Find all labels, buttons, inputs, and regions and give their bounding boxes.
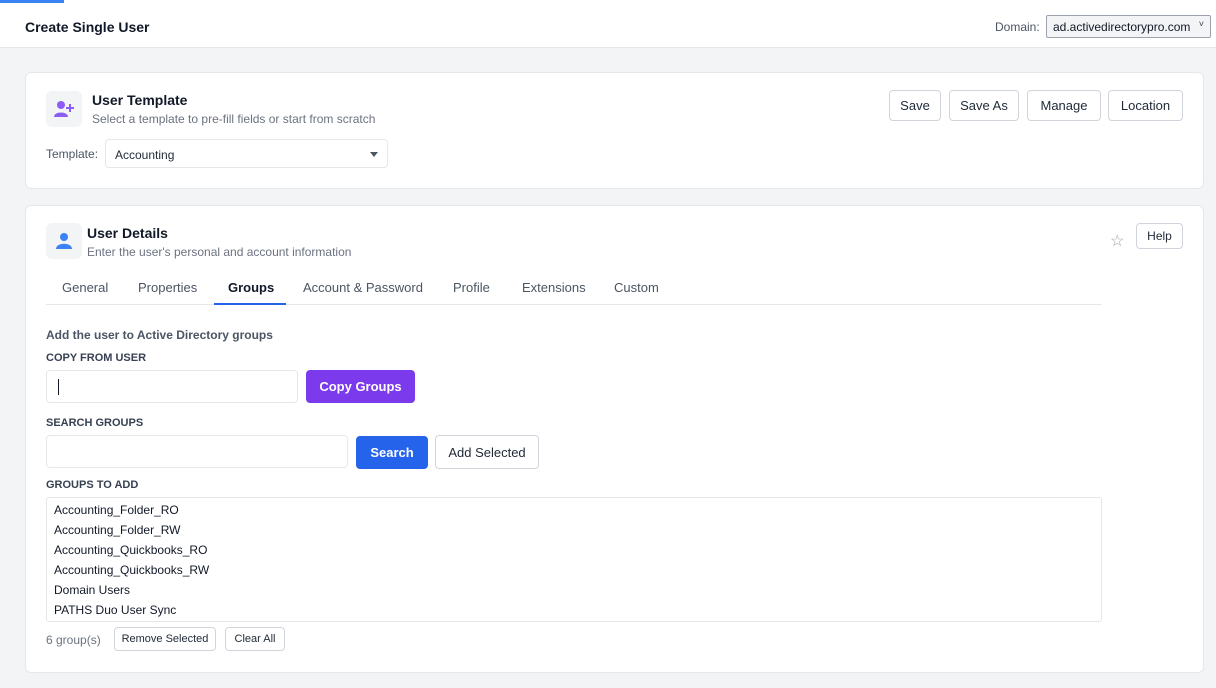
template-value: Accounting	[115, 148, 175, 162]
user-template-card: User Template Select a template to pre-f…	[25, 72, 1204, 189]
tab-bar: General Properties Groups Account & Pass…	[46, 274, 1102, 305]
remove-selected-button[interactable]: Remove Selected	[114, 627, 216, 651]
page-title: Create Single User	[25, 19, 150, 35]
search-groups-input[interactable]	[46, 435, 348, 468]
help-button[interactable]: Help	[1136, 223, 1183, 249]
domain-label: Domain:	[995, 20, 1040, 34]
groups-to-add-list[interactable]: Accounting_Folder_RO Accounting_Folder_R…	[46, 497, 1102, 622]
save-as-button[interactable]: Save As	[949, 90, 1019, 121]
add-user-icon	[46, 91, 82, 127]
search-button[interactable]: Search	[356, 436, 428, 469]
groups-to-add-label: GROUPS TO ADD	[46, 479, 139, 491]
details-card-subtitle: Enter the user's personal and account in…	[87, 245, 352, 259]
copy-from-user-label: COPY FROM USER	[46, 352, 147, 364]
clear-all-button[interactable]: Clear All	[225, 627, 285, 651]
text-cursor	[58, 379, 59, 395]
tab-groups[interactable]: Groups	[228, 280, 274, 295]
list-item[interactable]: Accounting_Folder_RO	[54, 503, 1101, 523]
star-icon[interactable]: ☆	[1110, 231, 1124, 251]
manage-button[interactable]: Manage	[1027, 90, 1101, 121]
domain-value: ad.activedirectorypro.com	[1053, 20, 1191, 34]
location-button[interactable]: Location	[1108, 90, 1183, 121]
search-groups-label: SEARCH GROUPS	[46, 417, 144, 429]
template-select[interactable]: Accounting	[105, 139, 388, 168]
caret-down-icon	[370, 152, 378, 157]
list-item[interactable]: Accounting_Folder_RW	[54, 523, 1101, 543]
add-selected-button[interactable]: Add Selected	[435, 435, 539, 469]
groups-section-heading: Add the user to Active Directory groups	[46, 328, 273, 342]
tab-general[interactable]: General	[62, 280, 108, 295]
copy-from-user-input[interactable]	[46, 370, 298, 403]
list-item[interactable]: Accounting_Quickbooks_RO	[54, 543, 1101, 563]
active-tab-indicator	[0, 0, 64, 3]
active-tab-underline	[214, 303, 286, 305]
list-item[interactable]: Domain Users	[54, 583, 1101, 603]
copy-groups-button[interactable]: Copy Groups	[306, 370, 415, 403]
user-details-card: User Details Enter the user's personal a…	[25, 205, 1204, 673]
tab-properties[interactable]: Properties	[138, 280, 197, 295]
details-card-title: User Details	[87, 225, 168, 241]
chevron-down-icon: ˅	[1198, 19, 1204, 29]
group-count: 6 group(s)	[46, 633, 101, 647]
template-card-subtitle: Select a template to pre-fill fields or …	[92, 112, 376, 126]
save-button[interactable]: Save	[889, 90, 941, 121]
list-item[interactable]: PATHS Duo User Sync	[54, 603, 1101, 623]
tab-custom[interactable]: Custom	[614, 280, 659, 295]
list-item[interactable]: Accounting_Quickbooks_RW	[54, 563, 1101, 583]
domain-select[interactable]: ad.activedirectorypro.com ˅	[1046, 15, 1211, 38]
top-bar: Create Single User Domain: ad.activedire…	[0, 0, 1216, 48]
tab-profile[interactable]: Profile	[453, 280, 490, 295]
template-card-title: User Template	[92, 92, 188, 108]
template-label: Template:	[46, 147, 99, 161]
tab-account-password[interactable]: Account & Password	[303, 280, 423, 295]
user-icon	[46, 223, 82, 259]
tab-extensions[interactable]: Extensions	[522, 280, 586, 295]
